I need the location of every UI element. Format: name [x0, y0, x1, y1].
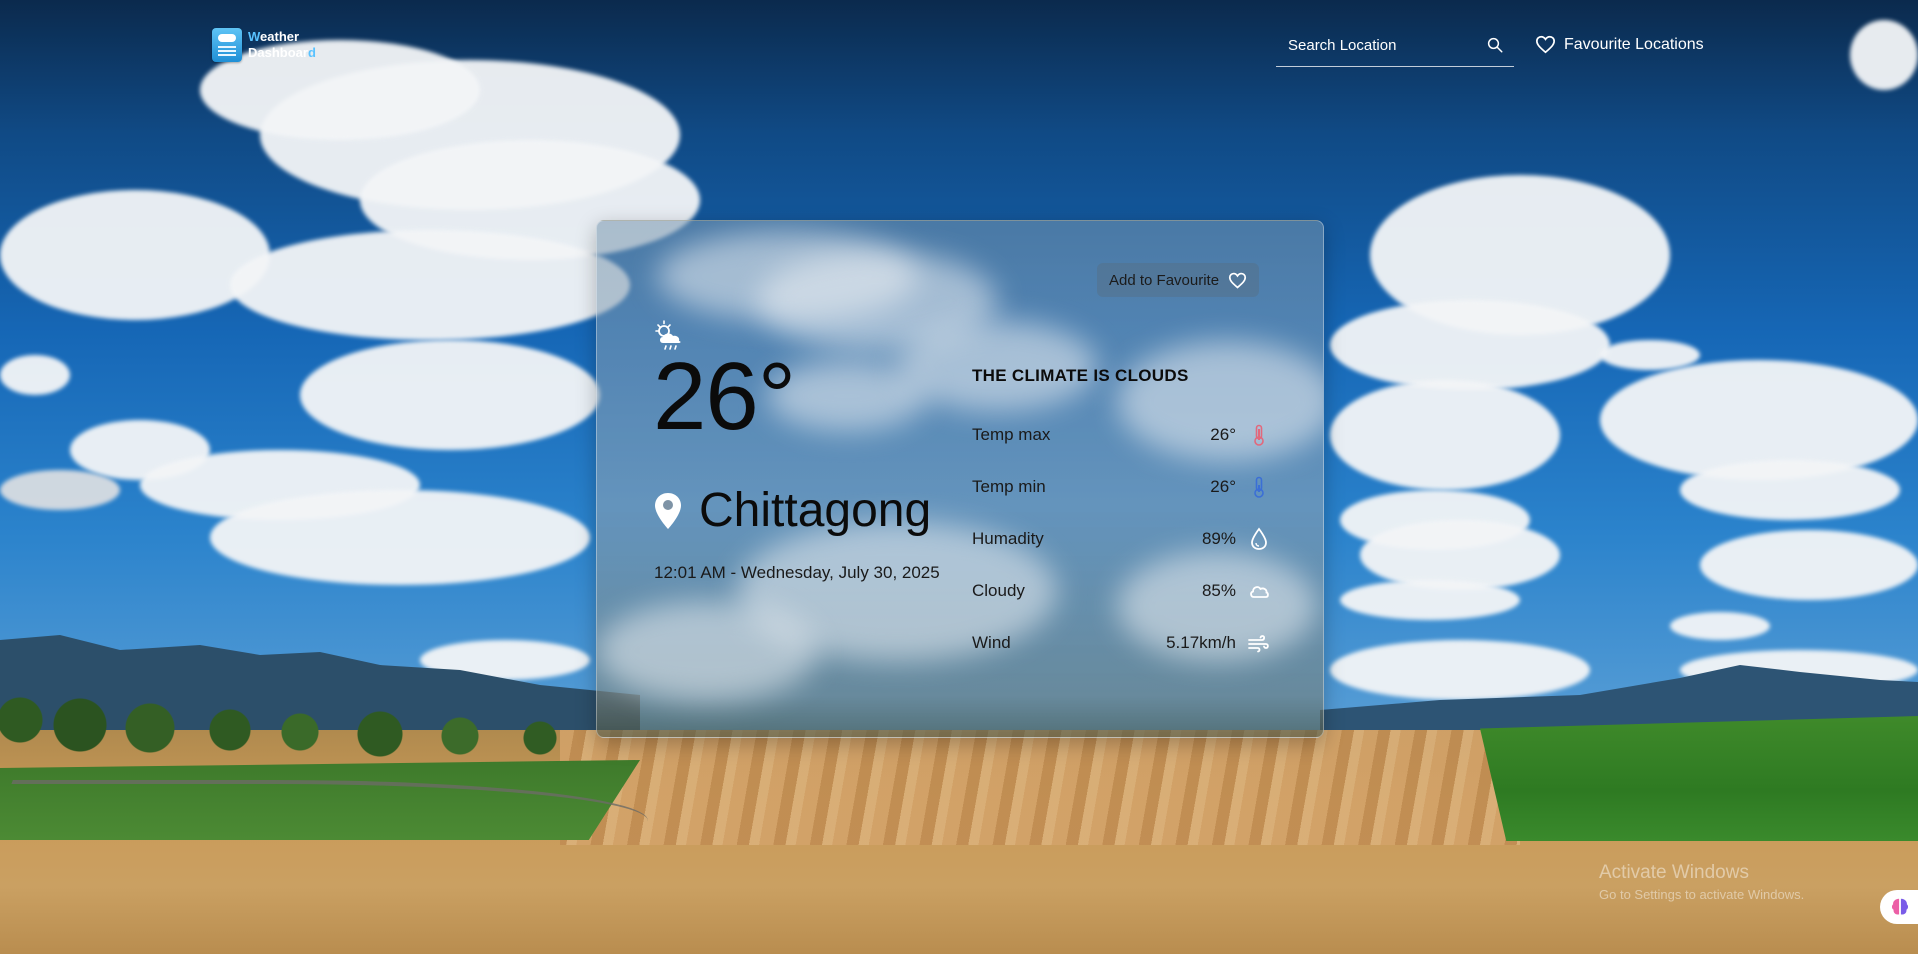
- logo-letter-w: W: [248, 29, 261, 44]
- search-bar: [1276, 30, 1514, 67]
- watermark-subtitle: Go to Settings to activate Windows.: [1599, 887, 1805, 902]
- stat-value: 26°: [1210, 425, 1236, 444]
- favourite-locations-link[interactable]: Favourite Locations: [1535, 35, 1704, 54]
- weather-app-icon: [212, 28, 242, 62]
- add-to-favourite-label: Add to Favourite: [1109, 271, 1220, 289]
- activate-windows-watermark: Activate Windows Go to Settings to activ…: [1599, 862, 1804, 902]
- heart-icon: [1535, 35, 1556, 54]
- stat-temp-max: Temp max 26°: [972, 409, 1272, 461]
- location-row: Chittagong: [653, 483, 931, 538]
- stat-humidity: Humadity 89%: [972, 513, 1272, 565]
- app-logo[interactable]: Weather Dashboard: [212, 28, 316, 62]
- logo-letter-d: d: [307, 45, 316, 60]
- droplet-icon: [1246, 526, 1272, 552]
- stat-value: 89%: [1201, 529, 1236, 548]
- thermometer-hot-icon: [1246, 422, 1272, 448]
- stat-label: Humadity: [972, 529, 1044, 548]
- current-datetime: 12:01 AM - Wednesday, July 30, 2025: [654, 563, 940, 582]
- stat-label: Temp max: [972, 425, 1051, 444]
- search-icon[interactable]: [1486, 36, 1504, 54]
- cloud-icon: [1246, 578, 1272, 604]
- search-input[interactable]: [1288, 36, 1468, 54]
- stat-value: 85%: [1201, 581, 1236, 600]
- green-field-right: [1480, 716, 1918, 841]
- location-pin-icon: [655, 492, 681, 529]
- stat-cloudy: Cloudy 85%: [972, 565, 1272, 617]
- stat-wind: Wind 5.17km/h: [972, 617, 1272, 669]
- app-title: Weather Dashboard: [248, 29, 316, 61]
- favourite-locations-label: Favourite Locations: [1564, 35, 1704, 53]
- weather-card: Add to Favourite 26° Chittagong 12:01 AM…: [596, 220, 1324, 738]
- stat-label: Cloudy: [972, 581, 1025, 600]
- floating-extension-button[interactable]: [1880, 890, 1918, 924]
- trees: [0, 690, 600, 760]
- add-to-favourite-button[interactable]: Add to Favourite: [1097, 263, 1260, 297]
- stat-value: 5.17km/h: [1166, 633, 1236, 652]
- thermometer-cold-icon: [1246, 474, 1272, 500]
- city-name: Chittagong: [699, 484, 932, 537]
- stat-label: Temp min: [972, 477, 1046, 496]
- current-temperature: 26°: [653, 343, 796, 450]
- logo-word-eather: eather: [260, 29, 300, 44]
- watermark-title: Activate Windows: [1599, 862, 1749, 883]
- stat-label: Wind: [972, 633, 1011, 652]
- logo-word-dashboar: Dashboar: [248, 45, 308, 60]
- climate-heading: THE CLIMATE IS CLOUDS: [972, 366, 1189, 385]
- weather-stats: Temp max 26° Temp min 26° Humadity 89% C…: [972, 409, 1272, 669]
- stat-temp-min: Temp min 26°: [972, 461, 1272, 513]
- stat-value: 26°: [1210, 477, 1236, 496]
- brain-icon: [1891, 898, 1909, 915]
- field-stripes: [560, 730, 1520, 845]
- wind-icon: [1246, 630, 1272, 656]
- heart-icon: [1228, 272, 1247, 289]
